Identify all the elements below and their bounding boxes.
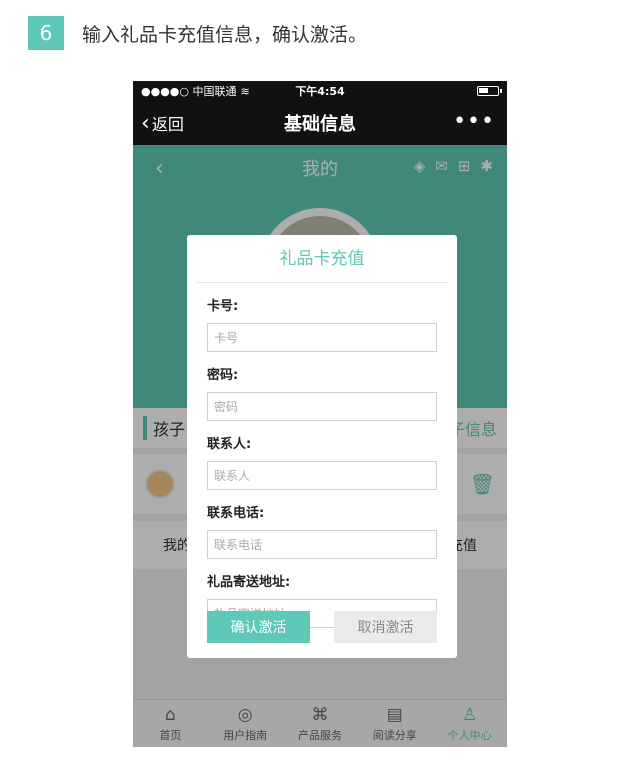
step-number-badge: 6 [28, 16, 64, 50]
card-number-input[interactable] [207, 323, 437, 352]
password-label: 密码: [207, 368, 239, 383]
gift-card-dialog: 礼品卡充值 卡号: 密码: 联系人: 联系电话: 礼品寄送地址: 确认激活 取消… [187, 235, 457, 658]
password-input[interactable] [207, 392, 437, 421]
phone-field: 联系电话: [187, 502, 457, 559]
step-instruction: 输入礼品卡充值信息，确认激活。 [82, 23, 368, 46]
card-number-label: 卡号: [207, 299, 239, 314]
card-number-field: 卡号: [187, 295, 457, 352]
back-label: 返回 [151, 115, 184, 134]
password-field: 密码: [187, 364, 457, 421]
page-title: 基础信息 [284, 114, 356, 135]
phone-label: 联系电话: [207, 506, 265, 521]
contact-label: 联系人: [207, 437, 252, 452]
chevron-left-icon: ‹ [141, 110, 150, 136]
phone-input[interactable] [207, 530, 437, 559]
cancel-activate-button[interactable]: 取消激活 [334, 611, 437, 643]
address-label: 礼品寄送地址: [207, 575, 291, 590]
status-time: 下午4:54 [295, 85, 345, 98]
status-bar: ●●●●○ 中国联通 ≋ 下午4:54 [133, 81, 507, 101]
contact-field: 联系人: [187, 433, 457, 490]
more-button[interactable]: ••• [453, 109, 495, 134]
battery-icon [477, 86, 502, 96]
dialog-title: 礼品卡充值 [197, 235, 447, 283]
step-header: 6 输入礼品卡充值信息，确认激活。 [28, 16, 367, 50]
nav-bar: ‹ 返回 基础信息 ••• [133, 101, 507, 145]
back-button[interactable]: ‹ 返回 [141, 101, 184, 145]
contact-input[interactable] [207, 461, 437, 490]
dialog-actions: 确认激活 取消激活 [207, 611, 437, 643]
phone-screenshot: ●●●●○ 中国联通 ≋ 下午4:54 ‹ 返回 基础信息 ••• ‹ 我的 ◈… [133, 81, 507, 747]
confirm-activate-button[interactable]: 确认激活 [207, 611, 310, 643]
